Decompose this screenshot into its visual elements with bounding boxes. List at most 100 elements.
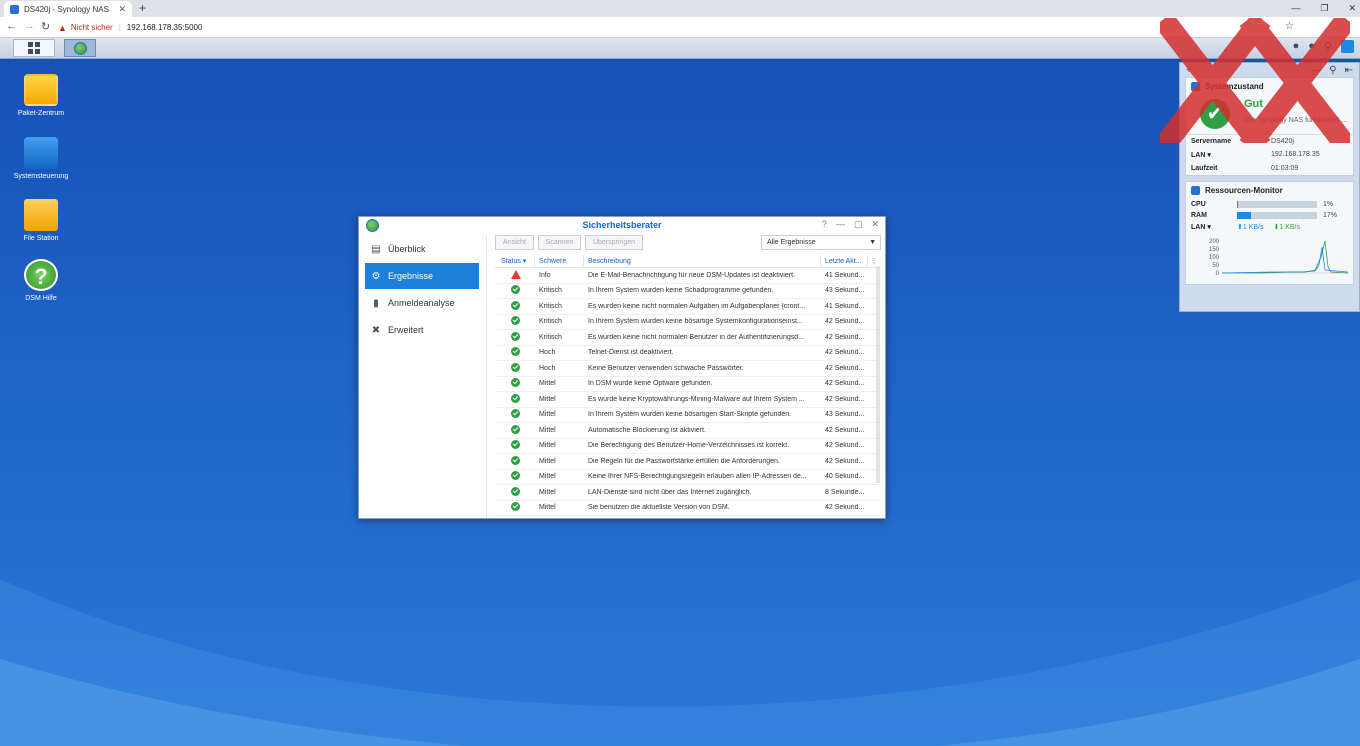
- url-field[interactable]: ▲ Nicht sicher | 192.168.178.35:5000: [58, 20, 1288, 35]
- severity-cell: Mittel: [539, 411, 556, 419]
- table-row[interactable]: Hoch Keine Benutzer verwenden schwache Pa…: [495, 361, 880, 377]
- severity-cell: Mittel: [539, 473, 556, 481]
- table-row[interactable]: Mittel LAN-Dienste sind nicht über das In…: [495, 485, 880, 501]
- status-cell: [495, 331, 535, 343]
- notification-icon[interactable]: ●: [1293, 40, 1300, 53]
- desktop-icon-label: File Station: [23, 235, 59, 242]
- status-cell: [495, 455, 535, 467]
- table-row[interactable]: Kritisch Es wurden keine nicht normalen A…: [495, 299, 880, 315]
- pin-icon[interactable]: ⚲: [1329, 65, 1336, 76]
- skip-button[interactable]: Überspringen: [585, 235, 643, 250]
- bookmark-star-icon[interactable]: ☆: [1285, 21, 1294, 32]
- column-severity[interactable]: Schwere: [535, 254, 584, 268]
- widgets-icon[interactable]: [1341, 40, 1354, 53]
- collapse-icon[interactable]: —: [1311, 65, 1321, 76]
- uptime-row: Laufzeit 01:03:09: [1186, 162, 1353, 175]
- table-header: Status ▾ Schwere Beschreibung Letzte Akt…: [495, 254, 880, 268]
- table-row[interactable]: Info Die E-Mail-Benachrichtigung für neue…: [495, 268, 880, 284]
- cpu-label: CPU: [1191, 201, 1206, 208]
- kv-value: DS420j: [1271, 138, 1294, 145]
- sidebar-item-advanced[interactable]: ✖ Erweitert: [365, 317, 479, 343]
- help-button[interactable]: ?: [822, 219, 827, 230]
- restore-button[interactable]: ❐: [1320, 0, 1328, 17]
- table-row[interactable]: Mittel In Ihrem System wurden keine bösar…: [495, 408, 880, 423]
- table-row[interactable]: Kritisch Es wurden keine nicht normalen B…: [495, 330, 880, 346]
- scan-button[interactable]: Scannen: [538, 235, 581, 250]
- browser-menu-icon[interactable]: ⋮: [1344, 21, 1354, 32]
- filter-value: Alle Ergebnisse: [767, 239, 816, 246]
- network-graph: 200 150 100 50 0: [1209, 239, 1349, 277]
- status-cell: [495, 378, 535, 389]
- status-cell: [495, 285, 535, 296]
- not-secure-label[interactable]: Nicht sicher: [71, 23, 113, 32]
- user-icon[interactable]: ●: [1308, 40, 1315, 53]
- reload-icon[interactable]: ↻: [41, 20, 50, 33]
- sidebar-item-results[interactable]: ⚙ Ergebnisse: [365, 263, 479, 289]
- main-menu-button[interactable]: [13, 39, 55, 57]
- column-description[interactable]: Beschreibung: [584, 254, 821, 268]
- table-row[interactable]: Mittel In DSM wurde keine Optware gefunde…: [495, 377, 880, 392]
- desktop-icon-dsm-help[interactable]: ? DSM Hilfe: [6, 259, 76, 303]
- add-widget-button[interactable]: +: [1186, 65, 1192, 76]
- column-status[interactable]: Status ▾: [495, 254, 535, 268]
- ram-label: RAM: [1191, 212, 1207, 219]
- last-action-cell: 41 Sekund...: [825, 271, 865, 279]
- description-cell: In Ihrem System wurden keine Schadprogra…: [588, 287, 774, 295]
- forward-icon[interactable]: →: [24, 20, 35, 32]
- close-button[interactable]: ✕: [871, 219, 879, 230]
- back-icon[interactable]: ←: [6, 20, 17, 32]
- severity-cell: Mittel: [539, 395, 556, 403]
- description-cell: Keine Ihrer NFS-Berechtigungsregeln erla…: [588, 473, 807, 481]
- browser-tab-bar: DS420j - Synology NAS ✕ + — ❐ ✕: [0, 0, 1360, 17]
- close-tab-icon[interactable]: ✕: [118, 4, 126, 15]
- sidebar-item-overview[interactable]: ▤ Überblick: [365, 236, 479, 262]
- cpu-row: CPU 1%: [1186, 199, 1353, 210]
- checkmark-icon: [511, 393, 520, 403]
- lan-label[interactable]: LAN ▾: [1191, 223, 1237, 231]
- table-scrollbar[interactable]: [876, 266, 880, 483]
- close-window-button[interactable]: ✕: [1348, 0, 1356, 17]
- url-separator: |: [118, 23, 121, 32]
- grid-icon: [28, 42, 40, 54]
- desktop-icon-file-station[interactable]: File Station: [6, 199, 76, 243]
- checkmark-icon: [511, 316, 520, 326]
- cpu-percent: 1%: [1323, 201, 1334, 208]
- table-row[interactable]: Mittel Die Regeln für die Passwortstärke …: [495, 454, 880, 470]
- desktop-icon-package-center[interactable]: Paket-Zentrum: [6, 74, 76, 118]
- column-last-action[interactable]: Letzte Akt...: [821, 254, 868, 268]
- description-cell: LAN-Dienste sind nicht über das Internet…: [588, 488, 752, 496]
- desktop-icon-control-panel[interactable]: Systemsteuerung: [6, 137, 76, 181]
- table-row[interactable]: Mittel Die Berechtigung des Benutzer-Home…: [495, 439, 880, 454]
- table-row[interactable]: Mittel Keine Ihrer NFS-Berechtigungsregel…: [495, 470, 880, 485]
- status-cell: [495, 409, 535, 420]
- window-titlebar[interactable]: Sicherheitsberater ? — ▢ ✕: [359, 217, 885, 233]
- checkmark-icon: [511, 331, 520, 341]
- last-action-cell: 42 Sekund...: [825, 318, 865, 326]
- description-cell: In DSM wurde keine Optware gefunden.: [588, 380, 713, 388]
- sidebar-item-login-analysis[interactable]: ▮ Anmeldeanalyse: [365, 290, 479, 316]
- table-row[interactable]: Kritisch In Ihrem System wurden keine Sch…: [495, 284, 880, 299]
- desktop-icon-label: Paket-Zentrum: [17, 110, 65, 117]
- status-cell: [495, 269, 535, 281]
- description-cell: Es wurden keine nicht normalen Aufgaben …: [588, 302, 806, 310]
- system-status-title: Systemzustand: [1186, 78, 1353, 95]
- table-row[interactable]: Hoch Telnet-Dienst ist deaktiviert. 42 Sek…: [495, 346, 880, 361]
- table-row[interactable]: Mittel Es wurde keine Kryptowährungs-Mini…: [495, 392, 880, 408]
- hide-panel-icon[interactable]: ⇤: [1345, 65, 1353, 76]
- view-button[interactable]: Ansicht: [495, 235, 534, 250]
- status-text: Gut: [1244, 98, 1263, 110]
- table-row[interactable]: Kritisch In Ihrem System wurden keine bös…: [495, 315, 880, 330]
- maximize-button[interactable]: ▢: [854, 219, 863, 230]
- status-cell: [495, 471, 535, 482]
- taskbar-security-advisor-button[interactable]: [64, 39, 96, 57]
- new-tab-button[interactable]: +: [139, 1, 146, 15]
- search-icon[interactable]: ⚲: [1324, 40, 1332, 53]
- minimize-button[interactable]: —: [1291, 0, 1300, 17]
- browser-tab[interactable]: DS420j - Synology NAS ✕: [4, 1, 132, 17]
- desktop-icon-label: Systemsteuerung: [13, 173, 69, 180]
- table-row[interactable]: Mittel Sie benutzen die aktuellste Versio…: [495, 501, 880, 516]
- results-filter-select[interactable]: Alle Ergebnisse ▼: [761, 235, 881, 250]
- lan-row[interactable]: LAN ▾ 192.168.178.35: [1186, 148, 1353, 162]
- table-row[interactable]: Mittel Automatische Blockierung ist aktiv…: [495, 423, 880, 439]
- minimize-button[interactable]: —: [836, 219, 845, 230]
